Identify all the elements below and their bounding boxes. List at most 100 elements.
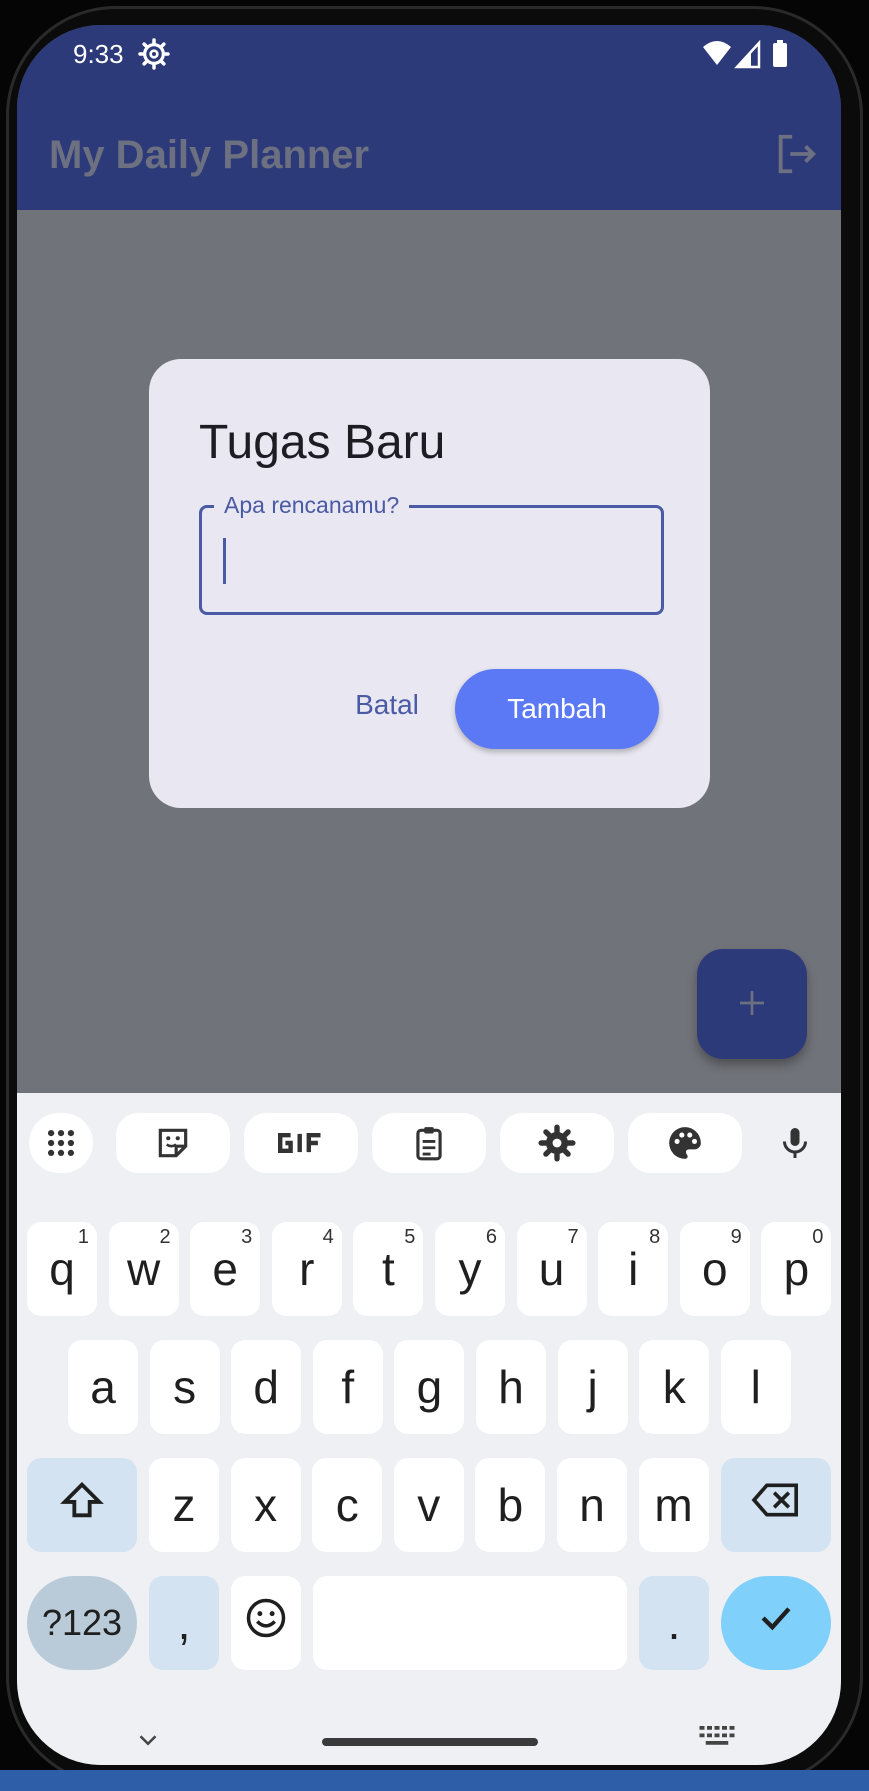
- add-fab-button[interactable]: [697, 949, 807, 1059]
- key-label: r: [299, 1243, 315, 1295]
- voice-input-button[interactable]: [763, 1113, 827, 1173]
- key-h[interactable]: h: [476, 1340, 546, 1434]
- key-i[interactable]: i8: [598, 1222, 669, 1316]
- theme-button[interactable]: [628, 1113, 742, 1173]
- status-time: 9:33: [73, 39, 124, 69]
- key-q[interactable]: q1: [27, 1222, 97, 1316]
- plus-icon: [740, 990, 764, 1015]
- key-f[interactable]: f: [312, 1340, 383, 1434]
- backspace-icon: [751, 1483, 798, 1516]
- battery-icon: [773, 43, 787, 67]
- key-label: l: [750, 1361, 761, 1413]
- key-d[interactable]: d: [231, 1340, 302, 1434]
- key-label: g: [416, 1361, 443, 1413]
- key-label: p: [783, 1243, 810, 1295]
- key-label: k: [662, 1361, 686, 1413]
- key-number-hint: 2: [159, 1226, 171, 1248]
- key-z[interactable]: z: [149, 1458, 219, 1552]
- key-label: y: [458, 1243, 482, 1295]
- key-x[interactable]: x: [230, 1458, 301, 1552]
- emoji-key[interactable]: [231, 1576, 301, 1670]
- gif-icon: [277, 1132, 321, 1154]
- apps-grid-icon: [47, 1129, 75, 1157]
- key-number-hint: 1: [77, 1226, 89, 1248]
- key-number-hint: 7: [567, 1226, 579, 1248]
- logout-icon[interactable]: [773, 131, 819, 177]
- palette-icon: [669, 1127, 701, 1159]
- key-k[interactable]: k: [639, 1340, 710, 1434]
- key-label: n: [579, 1479, 605, 1531]
- enter-key[interactable]: [721, 1576, 831, 1670]
- key-label: m: [654, 1479, 693, 1531]
- cancel-button[interactable]: Batal: [327, 669, 447, 741]
- comma-key[interactable]: ,: [149, 1576, 219, 1670]
- sticker-icon: [158, 1128, 188, 1158]
- key-label: a: [90, 1361, 116, 1413]
- task-field-label: Apa rencanamu?: [214, 492, 410, 519]
- phone-screen: 9:33 My Daily Planner Tugas Baru Apa ren…: [17, 25, 841, 1765]
- key-label: o: [702, 1243, 728, 1295]
- key-label: x: [254, 1479, 278, 1531]
- key-number-hint: 5: [404, 1226, 416, 1248]
- sticker-button[interactable]: [116, 1113, 230, 1173]
- status-bar: 9:33: [17, 25, 841, 103]
- apps-grid-button[interactable]: [29, 1113, 93, 1173]
- key-r[interactable]: r4: [271, 1222, 342, 1316]
- key-g[interactable]: g: [394, 1340, 465, 1434]
- key-u[interactable]: u7: [516, 1222, 587, 1316]
- key-label: b: [497, 1479, 524, 1531]
- check-icon: [761, 1606, 791, 1630]
- app-bar: My Daily Planner: [17, 103, 841, 210]
- key-label: t: [382, 1243, 395, 1295]
- key-number-hint: 4: [322, 1226, 334, 1248]
- key-s[interactable]: s: [149, 1340, 220, 1434]
- shift-icon: [60, 1481, 104, 1517]
- period-key[interactable]: .: [639, 1576, 709, 1670]
- symbols-key[interactable]: ?123: [27, 1576, 137, 1670]
- key-w[interactable]: w2: [108, 1222, 179, 1316]
- key-label: d: [253, 1361, 279, 1413]
- key-label: j: [587, 1361, 598, 1413]
- backspace-key[interactable]: [721, 1458, 831, 1552]
- clipboard-button[interactable]: [372, 1113, 486, 1173]
- key-c[interactable]: c: [312, 1458, 383, 1552]
- keyboard-switch-icon[interactable]: [697, 1723, 737, 1749]
- key-e[interactable]: e3: [190, 1222, 261, 1316]
- space-key[interactable]: [313, 1576, 627, 1670]
- chevron-down-icon[interactable]: [133, 1725, 163, 1755]
- key-label: v: [417, 1479, 441, 1531]
- task-input[interactable]: [220, 528, 644, 594]
- key-b[interactable]: b: [475, 1458, 546, 1552]
- app-title: My Daily Planner: [49, 133, 370, 177]
- key-number-hint: 6: [485, 1226, 497, 1248]
- key-label: i: [628, 1243, 639, 1295]
- key-v[interactable]: v: [393, 1458, 464, 1552]
- key-o[interactable]: o9: [679, 1222, 750, 1316]
- task-field[interactable]: Apa rencanamu?: [199, 492, 664, 615]
- key-m[interactable]: m: [638, 1458, 709, 1552]
- key-number-hint: 8: [649, 1226, 661, 1248]
- key-t[interactable]: t5: [353, 1222, 424, 1316]
- key-number-hint: 0: [812, 1226, 824, 1248]
- keyboard-settings-button[interactable]: [500, 1113, 614, 1173]
- key-y[interactable]: y6: [435, 1222, 505, 1316]
- key-label: f: [341, 1361, 355, 1413]
- shift-key[interactable]: [27, 1458, 137, 1552]
- home-indicator[interactable]: [322, 1738, 538, 1746]
- wifi-icon: [703, 41, 731, 65]
- add-task-button[interactable]: Tambah: [455, 669, 659, 749]
- key-j[interactable]: j: [557, 1340, 628, 1434]
- key-label: h: [498, 1361, 524, 1413]
- key-label: e: [212, 1243, 238, 1295]
- emoji-icon: [246, 1598, 286, 1638]
- settings-icon: [538, 1124, 576, 1162]
- key-p[interactable]: p0: [761, 1222, 832, 1316]
- key-label: u: [538, 1243, 565, 1295]
- key-l[interactable]: l: [720, 1340, 791, 1434]
- key-n[interactable]: n: [557, 1458, 627, 1552]
- key-a[interactable]: a: [68, 1340, 138, 1434]
- gif-button[interactable]: [244, 1113, 358, 1173]
- soft-keyboard: ?123 , . q1w2e3r4t5y6u7i8o9p0asdfghjklzx…: [17, 1093, 841, 1765]
- key-label: c: [335, 1479, 359, 1531]
- key-label: z: [172, 1479, 196, 1531]
